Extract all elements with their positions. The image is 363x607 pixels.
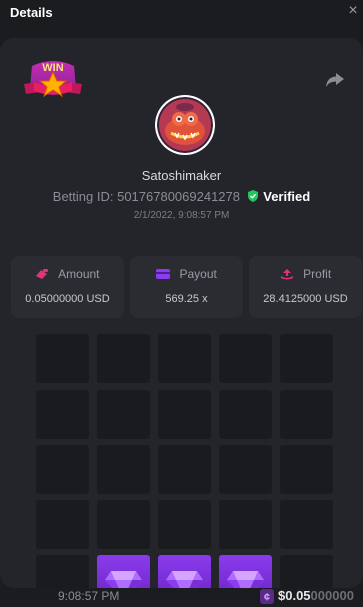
grid-tile-gem[interactable] <box>97 555 150 588</box>
username: Satoshimaker <box>141 168 222 183</box>
profit-label-row: Profit <box>249 267 362 281</box>
win-badge-icon: WIN <box>24 61 82 98</box>
gem-icon <box>227 571 264 588</box>
grid-tile[interactable] <box>280 334 333 383</box>
avatar <box>155 95 215 155</box>
verified-label: Verified <box>263 189 311 204</box>
amount-label-row: Amount <box>11 267 124 281</box>
payout-value: 569.25 x <box>165 293 208 305</box>
amount-icon <box>36 269 49 279</box>
footer-amount-faint: 000000 <box>310 588 354 603</box>
footer-bar: 9:08:57 PM ¢ $0.05000000 <box>0 588 363 607</box>
payout-card: Payout 569.25 x <box>130 256 243 318</box>
payout-label: Payout <box>179 267 217 281</box>
bet-datetime: 2/1/2022, 9:08:57 PM <box>133 210 230 221</box>
grid-tile[interactable] <box>219 390 272 439</box>
gem-icon <box>166 571 203 588</box>
grid-tile[interactable] <box>280 500 333 549</box>
svg-text:¢: ¢ <box>264 592 270 604</box>
grid-tile[interactable] <box>158 500 211 549</box>
details-panel: WIN Satoshimaker Betting ID: 50176780069… <box>0 38 363 588</box>
grid-tile[interactable] <box>97 500 150 549</box>
grid-tile[interactable] <box>280 445 333 494</box>
grid-tile[interactable] <box>36 500 89 549</box>
verified-shield-icon <box>247 190 258 202</box>
win-badge-label: WIN <box>42 62 63 74</box>
grid-tile[interactable] <box>219 500 272 549</box>
modal-title: Details <box>10 5 53 20</box>
profit-value: 28.4125000 USD <box>263 293 348 305</box>
grid-tile[interactable] <box>97 390 150 439</box>
betting-id-line: Betting ID: 50176780069241278 Verified <box>0 189 363 204</box>
grid-tile[interactable] <box>158 334 211 383</box>
grid-tile[interactable] <box>36 390 89 439</box>
profit-icon <box>280 269 293 280</box>
grid-tile[interactable] <box>280 390 333 439</box>
grid-tile[interactable] <box>97 445 150 494</box>
payout-icon <box>156 269 171 279</box>
avatar-image-icon <box>157 97 213 153</box>
amount-card: Amount 0.05000000 USD <box>11 256 124 318</box>
footer-amount: $0.05000000 <box>278 588 354 603</box>
footer-amount-value: $0.05 <box>278 588 311 603</box>
profit-card: Profit 28.4125000 USD <box>249 256 362 318</box>
grid-tile-gem[interactable] <box>219 555 272 588</box>
grid-tile[interactable] <box>36 555 89 588</box>
coin-icon: ¢ <box>260 589 274 604</box>
grid-tile[interactable] <box>219 334 272 383</box>
payout-label-row: Payout <box>130 267 243 281</box>
grid-tile[interactable] <box>280 555 333 588</box>
amount-value: 0.05000000 USD <box>25 293 110 305</box>
profit-label: Profit <box>303 267 332 281</box>
grid-tile[interactable] <box>36 334 89 383</box>
close-icon[interactable]: × <box>345 3 361 19</box>
grid-tile[interactable] <box>97 334 150 383</box>
amount-label: Amount <box>58 267 100 281</box>
grid-tile[interactable] <box>36 445 89 494</box>
betting-id: Betting ID: 50176780069241278 <box>52 189 240 204</box>
grid-tile[interactable] <box>158 445 211 494</box>
gem-icon <box>105 571 142 588</box>
grid-tile[interactable] <box>158 390 211 439</box>
grid-tile-gem[interactable] <box>158 555 211 588</box>
footer-time: 9:08:57 PM <box>58 589 120 603</box>
grid-tile[interactable] <box>219 445 272 494</box>
modal-header: Details × <box>0 0 363 30</box>
share-icon[interactable] <box>325 72 345 88</box>
